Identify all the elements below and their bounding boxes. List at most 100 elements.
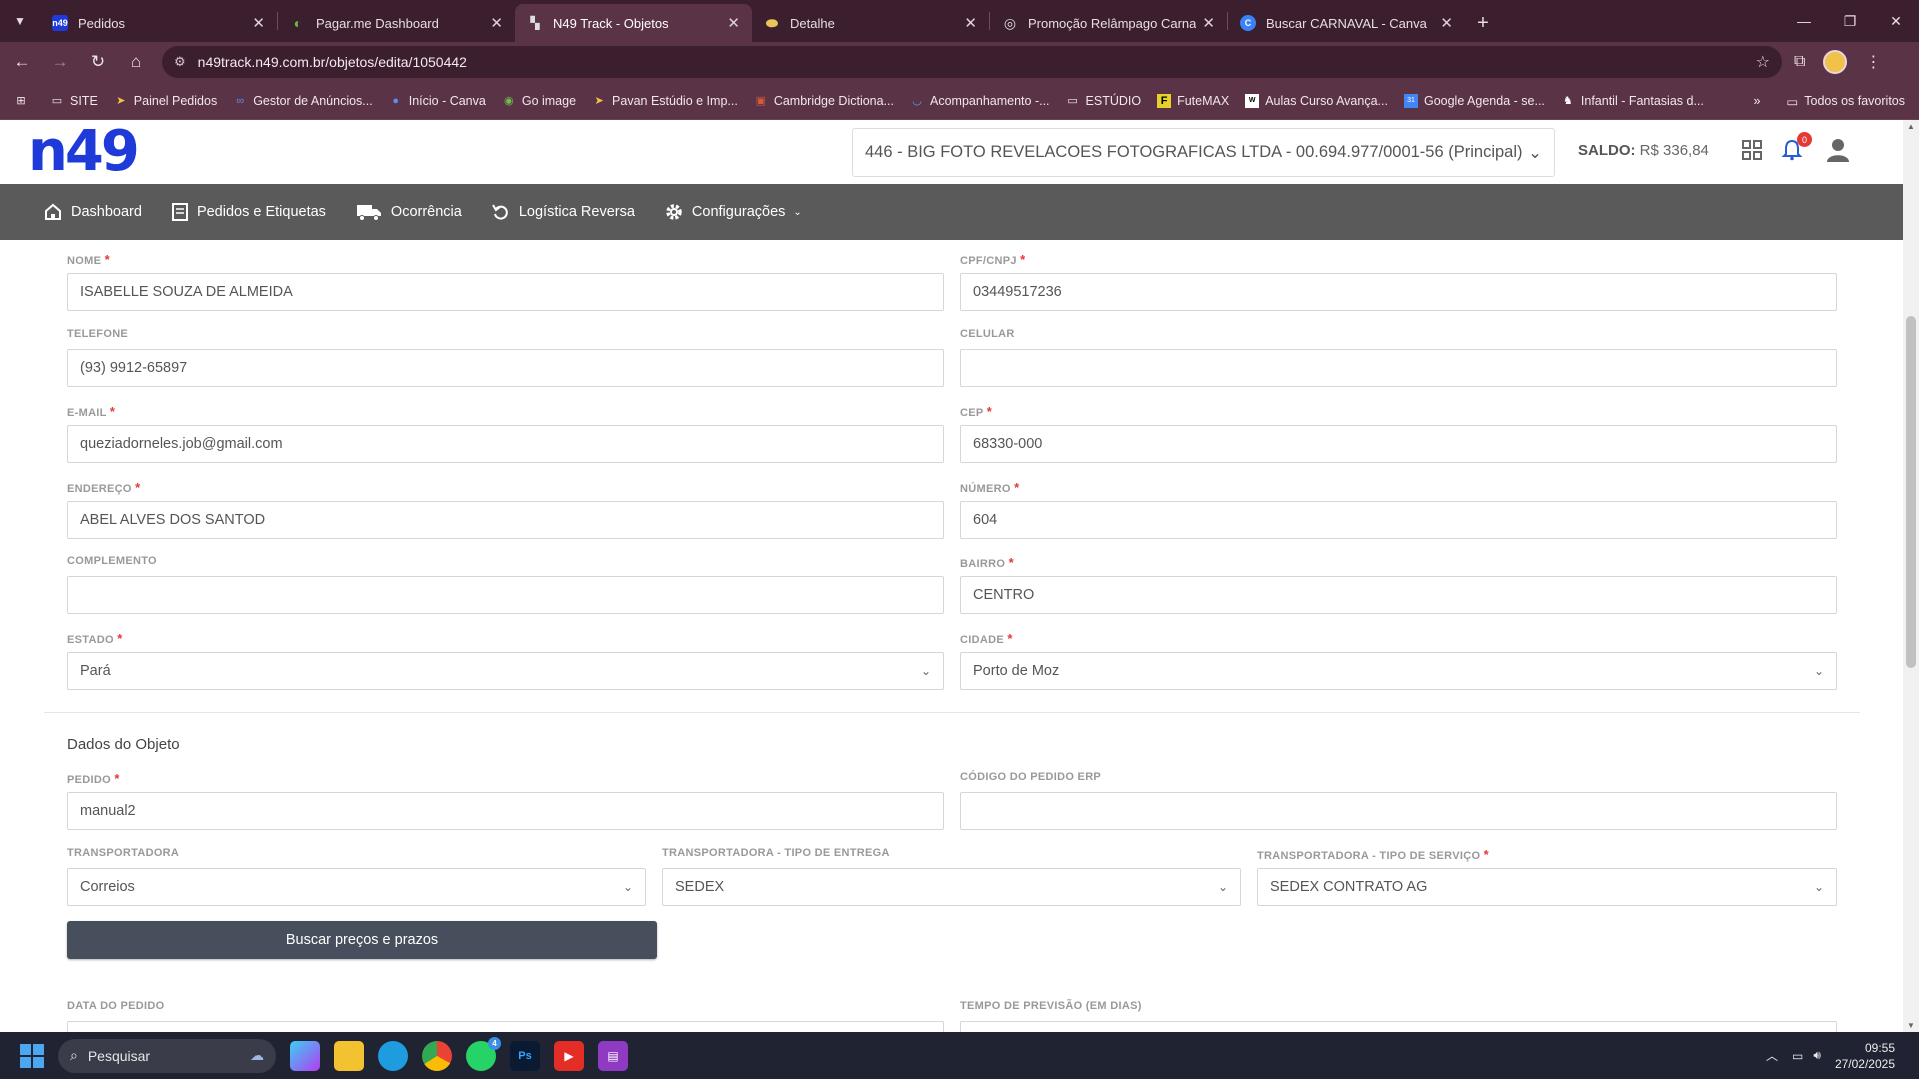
tipo-entrega-field: TRANSPORTADORA - TIPO DE ENTREGA SEDEX ⌄ <box>662 847 1241 906</box>
bookmark-aulas[interactable]: W Aulas Curso Avança... <box>1245 93 1388 108</box>
buscar-precos-button[interactable]: Buscar preços e prazos <box>67 921 657 959</box>
back-icon[interactable]: ← <box>6 46 38 78</box>
bookmark-estudio[interactable]: ▭ ESTÚDIO <box>1066 94 1141 108</box>
close-tab-icon[interactable]: ✕ <box>964 14 977 32</box>
nav-configuracoes[interactable]: Configurações ⌄ <box>665 203 802 221</box>
chevron-down-icon: ⌄ <box>1813 664 1824 678</box>
more-bookmarks-icon[interactable]: » <box>1753 94 1760 108</box>
close-window-icon[interactable]: ✕ <box>1873 0 1919 42</box>
profile-avatar[interactable] <box>1823 50 1848 74</box>
forward-icon[interactable]: → <box>44 46 76 78</box>
email-input[interactable]: queziadorneles.job@gmail.com <box>67 425 944 463</box>
browser-menu-icon[interactable]: ⋮ <box>1865 52 1881 72</box>
data-pedido-input[interactable]: ⌄ <box>67 1021 944 1032</box>
nav-ocorrencia[interactable]: Ocorrência <box>356 203 462 221</box>
close-tab-icon[interactable]: ✕ <box>727 14 740 32</box>
bell-icon[interactable]: 0 <box>1778 132 1812 164</box>
copilot-icon[interactable] <box>290 1040 320 1071</box>
object-form: NOME * ISABELLE SOUZA DE ALMEIDA CPF/CNP… <box>0 240 1903 1032</box>
grid-apps-icon[interactable] <box>1738 136 1766 164</box>
file-explorer-icon[interactable] <box>334 1040 364 1071</box>
reload-icon[interactable]: ↻ <box>82 46 114 78</box>
company-select[interactable]: 446 - BIG FOTO REVELACOES FOTOGRAFICAS L… <box>852 128 1555 177</box>
close-tab-icon[interactable]: ✕ <box>490 14 503 32</box>
close-tab-icon[interactable]: ✕ <box>252 14 265 32</box>
endereco-input[interactable]: ABEL ALVES DOS SANTOD <box>67 501 944 539</box>
nav-dashboard[interactable]: Dashboard <box>44 203 142 221</box>
windows-taskbar: ⌕ Pesquisar ☁ 4 Ps ▶ ▤ ︿ ▭ 🔊︎ 09:55 27/0… <box>0 1032 1919 1079</box>
pedido-input[interactable]: manual2 <box>67 792 944 830</box>
volume-icon[interactable]: 🔊︎ <box>1813 1048 1821 1063</box>
nav-logistica-reversa[interactable]: Logística Reversa <box>491 203 635 221</box>
bairro-input[interactable]: CENTRO <box>960 576 1837 614</box>
restore-icon[interactable]: ❐ <box>1827 0 1873 42</box>
email-field: E-MAIL * queziadorneles.job@gmail.com <box>67 404 944 463</box>
taskbar-search[interactable]: ⌕ Pesquisar ☁ <box>58 1038 276 1073</box>
cpf-input[interactable]: 03449517236 <box>960 273 1837 311</box>
edge-icon[interactable] <box>378 1040 408 1071</box>
cep-input[interactable]: 68330-000 <box>960 425 1837 463</box>
complemento-input[interactable] <box>67 576 944 614</box>
minimize-icon[interactable]: — <box>1781 0 1827 42</box>
n49-logo[interactable]: n49 <box>28 124 140 180</box>
bookmark-google-agenda[interactable]: 31 Google Agenda - se... <box>1403 93 1545 108</box>
bookmark-futemax[interactable]: F FuteMAX <box>1157 93 1229 108</box>
close-tab-icon[interactable]: ✕ <box>1440 14 1453 32</box>
bookmark-go-image[interactable]: ◉ Go image <box>502 94 576 108</box>
bookmark-inicio-canva[interactable]: ● Início - Canva <box>389 94 485 108</box>
tipo-entrega-select[interactable]: SEDEX ⌄ <box>662 868 1241 906</box>
estado-select[interactable]: Pará ⌄ <box>67 652 944 690</box>
close-tab-icon[interactable]: ✕ <box>1202 14 1215 32</box>
bookmark-infantil[interactable]: ♞ Infantil - Fantasias d... <box>1561 94 1704 108</box>
site-info-icon[interactable]: ⚙ <box>174 54 186 70</box>
transportadora-select[interactable]: Correios ⌄ <box>67 868 646 906</box>
bookmark-cambridge[interactable]: ▣ Cambridge Dictiona... <box>754 94 894 108</box>
tab-canva[interactable]: C Buscar CARNAVAL - Canva ✕ <box>1228 4 1465 42</box>
tab-pedidos[interactable]: n49 Pedidos ✕ <box>40 4 277 42</box>
bookmark-star-icon[interactable]: ☆ <box>1756 52 1770 72</box>
tab-search-button[interactable]: ▼ <box>0 0 40 42</box>
tipo-servico-select[interactable]: SEDEX CONTRATO AG ⌄ <box>1257 868 1837 906</box>
bookmark-pavan[interactable]: ➤ Pavan Estúdio e Imp... <box>592 94 737 108</box>
nav-pedidos-etiquetas[interactable]: Pedidos e Etiquetas <box>171 203 326 221</box>
page-scrollbar[interactable]: ▲ ▼ <box>1903 120 1919 1032</box>
tab-detalhe[interactable]: ⬬ Detalhe ✕ <box>752 4 989 42</box>
bookmark-gestor-anuncios[interactable]: ∞ Gestor de Anúncios... <box>233 94 372 108</box>
new-tab-button[interactable]: + <box>1465 4 1501 42</box>
extensions-icon[interactable]: ⧉ <box>1794 53 1805 71</box>
home-icon[interactable]: ⌂ <box>120 46 152 78</box>
telefone-input[interactable]: (93) 9912-65897 <box>67 349 944 387</box>
scroll-up-icon[interactable]: ▲ <box>1907 122 1915 131</box>
bookmark-site[interactable]: ▭ SITE <box>50 94 98 108</box>
youtube-icon[interactable]: ▶ <box>554 1040 584 1071</box>
tab-promocao[interactable]: ◎ Promoção Relâmpago Carnaval ✕ <box>990 4 1227 42</box>
scrollbar-thumb[interactable] <box>1906 316 1916 668</box>
url-bar[interactable]: ⚙ n49track.n49.com.br/objetos/edita/1050… <box>162 46 1782 78</box>
bookmark-painel-pedidos[interactable]: ➤ Painel Pedidos <box>114 94 217 108</box>
celular-input[interactable] <box>960 349 1837 387</box>
chrome-icon[interactable] <box>422 1040 452 1071</box>
codigo-erp-input[interactable] <box>960 792 1837 830</box>
cambridge-icon: ▣ <box>755 95 767 107</box>
all-bookmarks[interactable]: Todos os favoritos <box>1804 94 1905 108</box>
tab-n49-track[interactable]: ▚ N49 Track - Objetos ✕ <box>515 4 752 42</box>
cidade-select[interactable]: Porto de Moz ⌄ <box>960 652 1837 690</box>
tab-pagarme[interactable]: ◐ Pagar.me Dashboard ✕ <box>278 4 515 42</box>
bookmarks-bar: ⊞ ▭ SITE ➤ Painel Pedidos ∞ Gestor de Anúnc… <box>0 82 1919 120</box>
windows-start-icon[interactable] <box>20 1043 44 1068</box>
celular-field: CELULAR <box>960 328 1837 387</box>
tab-title: Pedidos <box>78 15 125 31</box>
photoshop-icon[interactable]: Ps <box>510 1040 540 1071</box>
numero-input[interactable]: 604 <box>960 501 1837 539</box>
bookmark-acompanhamento[interactable]: ◡ Acompanhamento -... <box>910 94 1049 108</box>
apps-icon[interactable]: ⊞ <box>14 94 34 108</box>
tray-overflow-icon[interactable]: ︿ <box>1766 1047 1778 1064</box>
winrar-icon[interactable]: ▤ <box>598 1040 628 1071</box>
clock[interactable]: 09:55 27/02/2025 <box>1835 1040 1895 1072</box>
user-icon[interactable] <box>1824 136 1852 164</box>
nome-input[interactable]: ISABELLE SOUZA DE ALMEIDA <box>67 273 944 311</box>
network-icon[interactable]: ▭ <box>1792 1049 1803 1063</box>
tempo-previsao-input[interactable] <box>960 1021 1837 1032</box>
whatsapp-icon[interactable]: 4 <box>466 1036 501 1071</box>
scroll-down-icon[interactable]: ▼ <box>1907 1021 1915 1030</box>
